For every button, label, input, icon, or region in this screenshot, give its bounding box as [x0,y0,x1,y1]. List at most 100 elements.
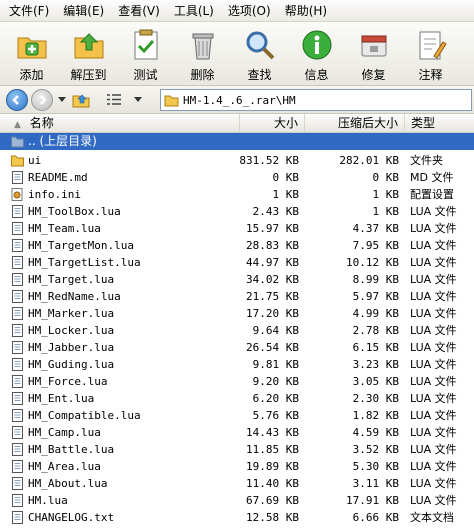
file-icon [12,239,23,252]
file-name: info.ini [28,188,81,201]
file-icon [12,290,23,303]
file-name: HM_Force.lua [28,375,108,388]
info-button[interactable]: 信息 [288,22,345,86]
address-field[interactable]: HM-1.4_.6_.rar\HM [160,89,472,111]
extract-button[interactable]: 解压到 [60,22,117,86]
file-row[interactable]: HM_Locker.lua 9.64 KB 2.78 KB LUA 文件 [0,322,474,339]
folder-up-icon [72,94,90,107]
find-button[interactable]: 查找 [231,22,288,86]
file-icon [12,477,23,490]
file-row[interactable]: info.ini 1 KB 1 KB 配置设置 [0,186,474,203]
file-type: LUA 文件 [410,375,457,388]
menu-edit[interactable]: 编辑(E) [56,0,111,22]
chevron-down-icon [134,97,142,102]
file-row[interactable]: HM_Compatible.lua 5.76 KB 1.82 KB LUA 文件 [0,407,474,424]
list-view-icon [107,94,121,105]
file-row[interactable]: HM_TargetList.lua 44.97 KB 10.12 KB LUA 文件 [0,254,474,271]
file-type: LUA 文件 [410,392,457,405]
file-name: CHANGELOG.txt [28,511,115,524]
file-size: 44.97 KB [246,256,299,269]
file-packed-size: 3.11 KB [352,477,399,490]
menu-bar: 文件(F) 编辑(E) 查看(V) 工具(L) 选项(O) 帮助(H) [0,0,474,22]
file-size: 28.83 KB [246,239,299,252]
add-icon [17,37,46,59]
repair-icon [361,35,386,57]
file-row[interactable]: HM_Battle.lua 11.85 KB 3.52 KB LUA 文件 [0,441,474,458]
back-button[interactable] [6,88,28,111]
file-row[interactable]: HM_Camp.lua 14.43 KB 4.59 KB LUA 文件 [0,424,474,441]
menu-tools[interactable]: 工具(L) [167,0,221,22]
folder-up-icon [11,136,24,148]
file-type: 配置设置 [410,188,454,201]
view-mode-dropdown[interactable] [133,89,143,111]
file-name: HM_TargetList.lua [28,256,141,269]
forward-button[interactable] [31,88,53,111]
file-row[interactable]: HM_Force.lua 9.20 KB 3.05 KB LUA 文件 [0,373,474,390]
file-size: 14.43 KB [246,426,299,439]
file-type: LUA 文件 [410,205,457,218]
file-row[interactable]: HM_About.lua 11.40 KB 3.11 KB LUA 文件 [0,475,474,492]
file-size: 1 KB [272,188,300,201]
file-row[interactable]: CHANGELOG.txt 12.58 KB 6.66 KB 文本文档 [0,509,474,526]
delete-button[interactable]: 删除 [174,22,231,86]
menu-file[interactable]: 文件(F) [2,0,56,22]
file-icon [12,341,23,354]
file-row[interactable]: HM.lua 67.69 KB 17.91 KB LUA 文件 [0,492,474,509]
comment-button[interactable]: 注释 [402,22,459,86]
file-row[interactable]: HM_Marker.lua 17.20 KB 4.99 KB LUA 文件 [0,305,474,322]
file-icon [12,273,23,286]
up-folder-button[interactable] [71,89,91,111]
column-header: ▲ 名称 大小 压缩后大小 类型 [0,114,474,133]
file-packed-size: 2.30 KB [352,392,399,405]
find-icon [246,31,274,60]
file-row[interactable]: HM_Jabber.lua 26.54 KB 6.15 KB LUA 文件 [0,339,474,356]
file-packed-size: 3.05 KB [352,375,399,388]
file-size: 11.40 KB [246,477,299,490]
repair-button[interactable]: 修复 [345,22,402,86]
file-row[interactable]: HM_TargetMon.lua 28.83 KB 7.95 KB LUA 文件 [0,237,474,254]
file-name: HM_Area.lua [28,460,101,473]
menu-view[interactable]: 查看(V) [111,0,167,22]
file-size: 34.02 KB [246,273,299,286]
test-button[interactable]: 测试 [117,22,174,86]
view-mode-button[interactable] [99,89,129,111]
file-size: 21.75 KB [246,290,299,303]
file-icon [12,392,23,405]
file-packed-size: 8.99 KB [352,273,399,286]
file-icon [12,256,23,269]
arrow-left-icon [12,94,19,105]
folder-icon [164,95,179,106]
file-size: 5.76 KB [252,409,299,422]
add-button[interactable]: 添加 [3,22,60,86]
file-name: HM_Camp.lua [28,426,101,439]
file-size: 9.20 KB [252,375,299,388]
menu-help[interactable]: 帮助(H) [278,0,334,22]
folder-icon [11,155,24,167]
folder-row[interactable]: ui 831.52 KB 282.01 KB 文件夹 [0,152,474,169]
menu-options[interactable]: 选项(O) [221,0,278,22]
file-row[interactable]: README.md 0 KB 0 KB MD 文件 [0,169,474,186]
file-row[interactable]: HM_Guding.lua 9.81 KB 3.23 KB LUA 文件 [0,356,474,373]
column-type[interactable]: 类型 [405,114,474,133]
comment-icon [419,31,447,60]
file-row[interactable]: HM_ToolBox.lua 2.43 KB 1 KB LUA 文件 [0,203,474,220]
column-packed[interactable]: 压缩后大小 [305,114,405,133]
file-type: LUA 文件 [410,290,457,303]
file-row[interactable]: HM_Team.lua 15.97 KB 4.37 KB LUA 文件 [0,220,474,237]
file-type: MD 文件 [410,171,454,184]
parent-directory-row[interactable]: .. (上层目录) [0,133,474,150]
file-packed-size: 7.95 KB [352,239,399,252]
file-icon [12,426,23,439]
info-icon [302,30,331,60]
column-name[interactable]: ▲ 名称 [0,114,240,133]
file-row[interactable]: HM_Ent.lua 6.20 KB 2.30 KB LUA 文件 [0,390,474,407]
column-size[interactable]: 大小 [240,114,305,133]
history-dropdown[interactable] [57,89,67,111]
file-row[interactable]: HM_Target.lua 34.02 KB 8.99 KB LUA 文件 [0,271,474,288]
file-row[interactable]: HM_RedName.lua 21.75 KB 5.97 KB LUA 文件 [0,288,474,305]
file-name: README.md [28,171,88,184]
file-name: HM_Battle.lua [28,443,115,456]
file-type: LUA 文件 [410,222,457,235]
file-packed-size: 17.91 KB [346,494,399,507]
file-row[interactable]: HM_Area.lua 19.89 KB 5.30 KB LUA 文件 [0,458,474,475]
